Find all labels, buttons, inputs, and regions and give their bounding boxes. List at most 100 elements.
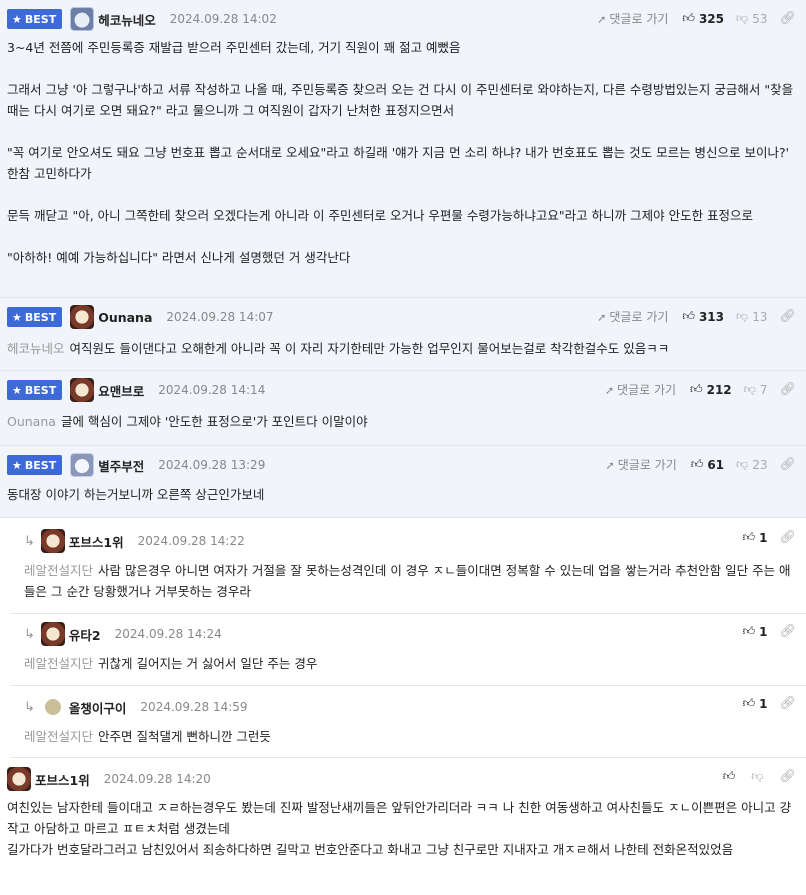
comment-line: 여친있는 남자한테 들이대고 ㅈㄹ하는경우도 봤는데 진짜 발정난새끼들은 앞뒤… [7,800,792,836]
upvote-button[interactable]: 👍︎ 313 [682,309,724,324]
timestamp: 2024.09.28 14:22 [137,534,245,548]
link-icon[interactable]: 🔗︎ [779,457,796,472]
thumbs-up-icon: 👍︎ [742,696,756,710]
thumbs-up-icon: 👍︎ [722,769,736,783]
go-to-reply-link[interactable]: ➚ 댓글로 가기 [606,456,677,473]
go-to-reply-link[interactable]: ➚ 댓글로 가기 [597,10,668,27]
mention[interactable]: 헤코뉴네오 [7,341,65,356]
link-icon[interactable]: 🔗︎ [779,769,796,784]
link-icon[interactable]: 🔗︎ [779,11,796,26]
reply-2: ↳ 유타2 2024.09.28 14:24 👍︎ 1 🔗︎ 레알전설지단 귀찮게 … [10,614,806,686]
nickname[interactable]: 포브스1위 [69,532,124,551]
best-badge: ★ BEST [7,307,63,327]
thumbs-up-icon: 👍︎ [742,530,756,544]
best-badge: ★ BEST [7,455,63,475]
upvote-button[interactable]: 👍︎ 1 [743,696,768,711]
reply-text: 귀찮게 길어지는 거 싫어서 일단 주는 경우 [98,656,318,671]
go-to-reply-link[interactable]: ➚ 댓글로 가기 [605,381,676,398]
comment-line: 3~4년 전쯤에 주민등록증 재발급 받으러 주민센터 갔는데, 거기 직원이 … [7,40,461,55]
go-to-reply-link[interactable]: ➚ 댓글로 가기 [597,308,668,325]
downvote-button[interactable]: 👎︎ [751,769,767,784]
comment-actions: 👍︎ 👎︎ 🔗︎ [723,769,796,784]
timestamp: 2024.09.28 14:20 [103,772,211,786]
avatar[interactable] [7,767,31,791]
comment-actions: ➚ 댓글로 가기 👍︎ 313 👎︎ 13 🔗︎ [597,308,796,325]
nickname[interactable]: 포브스1위 [35,770,90,789]
comment-best-3: ★ BEST 요맨브로 2024.09.28 14:14 ➚ 댓글로 가기 👍︎ 21… [0,371,806,446]
comment-actions: ➚ 댓글로 가기 👍︎ 61 👎︎ 23 🔗︎ [606,456,796,473]
avatar[interactable] [70,7,95,31]
best-badge: ★ BEST [7,380,63,400]
link-icon[interactable]: 🔗︎ [779,309,796,324]
downvote-button[interactable]: 👎︎ 53 [736,11,767,26]
comment-line: 그래서 그냥 '아 그렇구나'하고 서류 작성하고 나올 때, 주민등록증 찾으… [7,82,794,118]
downvote-button[interactable]: 👎︎ 23 [736,457,767,472]
comment-line: 문득 깨닫고 "아, 아니 그쪽한테 찾으러 오겠다는게 아니라 이 주민센터로… [7,208,754,223]
link-icon[interactable]: 🔗︎ [779,624,796,639]
upvote-button[interactable]: 👍︎ [723,769,740,784]
comment-line: 길가다가 번호달라그러고 남친있어서 죄송하다하면 길막고 번호안준다고 화내고… [7,842,734,857]
comment-best-4: ★ BEST 별주부전 2024.09.28 13:29 ➚ 댓글로 가기 👍︎ 61… [0,446,806,518]
thumbs-down-icon: 👎︎ [736,11,749,25]
reply-text: 사람 많은경우 아니면 여자가 거절을 잘 못하는성격인데 이 경우 ㅈㄴ들이대… [24,563,791,599]
thumbs-down-icon: 👎︎ [736,457,749,471]
thumbs-down-icon: 👎︎ [751,769,764,783]
timestamp: 2024.09.28 14:02 [169,12,277,26]
link-icon[interactable]: 🔗︎ [779,530,796,545]
comment-actions: ➚ 댓글로 가기 👍︎ 212 👎︎ 7 🔗︎ [605,381,796,398]
reply-body: 레알전설지단 사람 많은경우 아니면 여자가 거절을 잘 못하는성격인데 이 경우… [24,560,798,602]
reply-header: ↳ 포브스1위 2024.09.28 14:22 [24,529,245,553]
mention[interactable]: Ounana [7,414,56,429]
reply-3: ↳ 올챙이구이 2024.09.28 14:59 👍︎ 1 🔗︎ 레알전설지단 안주… [10,686,806,758]
comment-best-2: ★ BEST Ounana 2024.09.28 14:07 ➚ 댓글로 가기 👍︎… [0,298,806,371]
thumbs-down-icon: 👎︎ [736,309,749,323]
star-icon: ★ [12,310,22,324]
avatar[interactable] [70,305,95,329]
upvote-button[interactable]: 👍︎ 212 [690,382,732,397]
avatar[interactable] [40,529,65,553]
nickname[interactable]: 유타2 [69,625,101,644]
thumbs-up-icon: 👍︎ [690,457,704,471]
upvote-button[interactable]: 👍︎ 325 [682,11,724,26]
link-icon[interactable]: 🔗︎ [779,696,796,711]
comment-actions: ➚ 댓글로 가기 👍︎ 325 👎︎ 53 🔗︎ [597,10,796,27]
thumbs-up-icon: 👍︎ [682,309,695,323]
thumbs-up-icon: 👍︎ [682,11,695,25]
nickname[interactable]: Ounana [98,310,152,325]
upvote-button[interactable]: 👍︎ 1 [743,530,768,545]
thumbs-up-icon: 👍︎ [690,382,703,396]
avatar[interactable] [70,453,95,477]
reply-body: 레알전설지단 안주면 질척댈게 뻔하니깐 그런듯 [24,726,794,747]
comment-body: Ounana 글에 핵심이 그제야 '안도한 표정으로'가 포인트다 이말이야 [7,411,794,432]
reply-header: ↳ 올챙이구이 2024.09.28 14:59 [24,696,248,718]
mention[interactable]: 레알전설지단 [24,563,93,578]
nickname[interactable]: 올챙이구이 [69,698,127,717]
reply-arrow-icon: ➚ [605,459,615,472]
comment-header: ★ BEST 헤코뉴네오 2024.09.28 14:02 [7,7,277,31]
timestamp: 2024.09.28 14:07 [166,310,274,324]
nickname[interactable]: 요맨브로 [98,381,144,400]
reply-actions: 👍︎ 1 🔗︎ [743,696,796,711]
star-icon: ★ [12,12,22,26]
nickname[interactable]: 별주부전 [98,456,144,475]
timestamp: 2024.09.28 14:14 [158,383,266,397]
nickname[interactable]: 헤코뉴네오 [98,10,156,29]
downvote-button[interactable]: 👎︎ 7 [744,382,768,397]
star-icon: ★ [12,458,22,472]
best-badge: ★ BEST [7,9,63,29]
avatar[interactable] [44,699,61,715]
avatar[interactable] [70,378,95,402]
upvote-button[interactable]: 👍︎ 61 [691,457,724,472]
mention[interactable]: 레알전설지단 [24,656,93,671]
downvote-button[interactable]: 👎︎ 13 [736,309,767,324]
reply-arrow-icon: ➚ [604,384,615,397]
avatar[interactable] [40,622,65,646]
link-icon[interactable]: 🔗︎ [779,382,796,397]
comment-header: ★ BEST Ounana 2024.09.28 14:07 [7,305,274,329]
reply-1: ↳ 포브스1위 2024.09.28 14:22 👍︎ 1 🔗︎ 레알전설지단 사람… [10,518,806,614]
thumbs-up-icon: 👍︎ [742,624,756,638]
mention[interactable]: 레알전설지단 [24,729,93,744]
upvote-button[interactable]: 👍︎ 1 [743,624,768,639]
comment-line: "꼭 여기로 안오셔도 돼요 그냥 번호표 뽑고 순서대로 오세요"라고 하길래… [7,145,790,181]
comment-text: 글에 핵심이 그제야 '안도한 표정으로'가 포인트다 이말이야 [60,414,368,429]
